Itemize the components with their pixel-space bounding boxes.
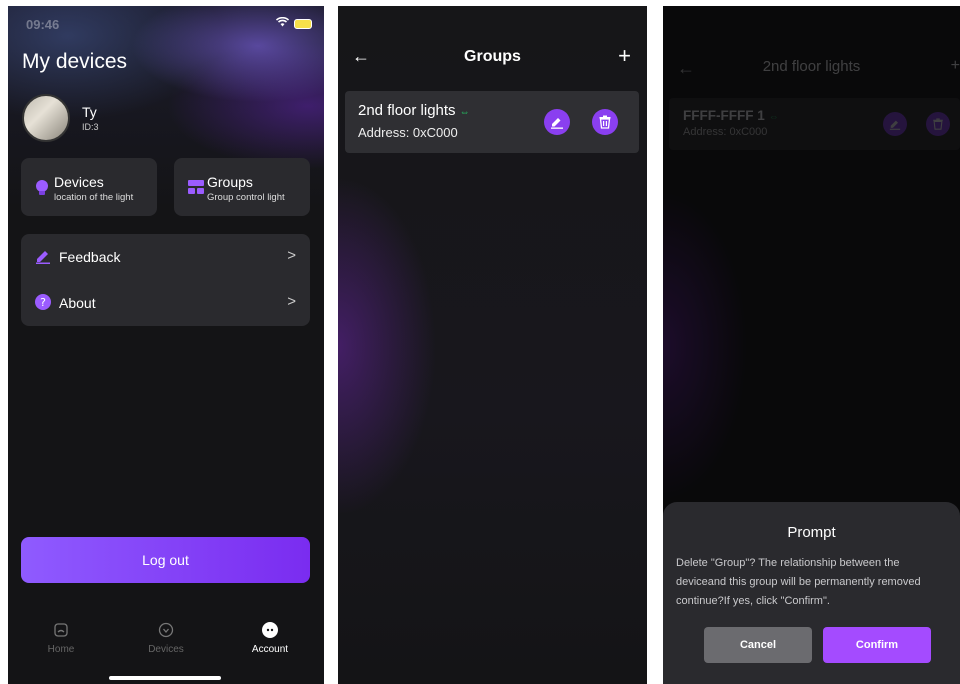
tab-label: Devices (148, 644, 184, 655)
cancel-button[interactable]: Cancel (704, 627, 812, 663)
group-row[interactable]: 2nd floor lights ⇔ Address: 0xC000 (345, 91, 639, 153)
devices-card-title: Devices (54, 174, 104, 190)
group-name-line: 2nd floor lights ⇔ (358, 102, 470, 119)
status-icons (275, 16, 312, 30)
svg-text:?: ? (40, 296, 46, 309)
link-icon: ⇔ (459, 107, 470, 118)
dialog-message-line: deviceand this group will be permanently… (676, 576, 921, 588)
dialog-message: Delete "Group"? The relationship between… (676, 554, 960, 611)
groups-screen: ← Groups + 2nd floor lights ⇔ Address: 0x… (338, 6, 647, 684)
tab-home[interactable]: Home (21, 622, 101, 655)
tab-label: Home (47, 644, 75, 655)
confirm-button[interactable]: Confirm (823, 627, 931, 663)
status-bar: 09:46 (20, 14, 312, 34)
devices-card[interactable]: Devices location of the light (21, 158, 157, 216)
groups-card-title: Groups (207, 174, 253, 190)
tab-bar: Home Devices Account (8, 612, 324, 672)
chevron-right-icon: > (287, 293, 296, 310)
wifi-icon (275, 16, 292, 30)
add-icon[interactable]: + (618, 43, 631, 69)
page-title: Groups (464, 48, 521, 65)
dialog-message-line: continue?If yes, click "Confirm". (676, 595, 830, 607)
devices-icon (158, 622, 174, 638)
bulb-icon (35, 180, 49, 201)
confirm-dialog: Prompt Delete "Group"? The relationship … (663, 502, 960, 684)
groups-card-subtitle: Group control light (207, 192, 285, 203)
delete-button[interactable] (592, 109, 618, 135)
chevron-right-icon: > (287, 247, 296, 264)
groups-card[interactable]: Groups Group control light (174, 158, 310, 216)
menu-list: Feedback > ? About > (21, 234, 310, 326)
group-detail-screen: ← 2nd floor lights + FFFF-FFFF 1 ⇔ Addres… (663, 6, 960, 684)
battery-icon (294, 19, 312, 30)
tab-devices[interactable]: Devices (126, 622, 206, 655)
menu-item-label: About (59, 295, 96, 311)
menu-item-label: Feedback (59, 249, 121, 265)
dialog-message-line: Delete "Group"? The relationship between… (676, 557, 900, 569)
user-name: Ty (82, 104, 97, 120)
dialog-title: Prompt (787, 524, 836, 541)
avatar[interactable] (22, 94, 70, 142)
menu-item-feedback[interactable]: Feedback > (21, 234, 310, 280)
user-id: ID:3 (82, 122, 99, 132)
nav-bar: ← Groups + (338, 42, 647, 72)
account-screen: 09:46 My devices Ty ID:3 Devices locatio… (8, 6, 324, 684)
tab-label: Account (251, 644, 289, 655)
status-time: 09:46 (26, 17, 60, 32)
group-name: 2nd floor lights (358, 102, 456, 119)
group-address: Address: 0xC000 (358, 125, 458, 140)
home-indicator (109, 676, 221, 680)
pencil-icon (35, 248, 51, 269)
devices-card-subtitle: location of the light (54, 192, 134, 203)
tab-account[interactable]: Account (230, 622, 310, 655)
logout-button[interactable]: Log out (21, 537, 310, 583)
page-title: My devices (22, 50, 128, 73)
edit-button[interactable] (544, 109, 570, 135)
grid-icon (188, 180, 204, 199)
home-icon (53, 622, 69, 638)
account-icon (262, 622, 278, 638)
menu-item-about[interactable]: ? About > (21, 280, 310, 326)
question-icon: ? (35, 294, 51, 315)
